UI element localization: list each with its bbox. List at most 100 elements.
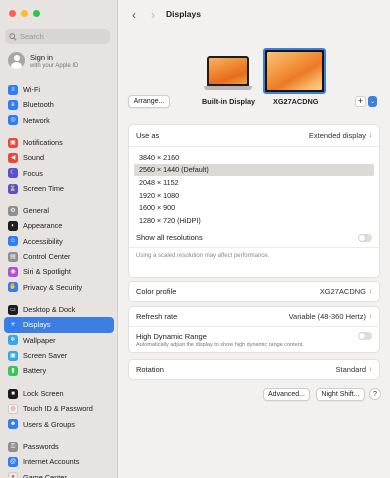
sidebar-item-label: Accessibility — [23, 236, 63, 246]
hdr-label: High Dynamic Range — [136, 331, 207, 341]
chevron-updown-icon: ↕ — [369, 288, 372, 295]
sidebar-item-wi-fi[interactable]: ≡ Wi-Fi — [4, 82, 114, 97]
hdr-row: High Dynamic Range — [129, 327, 379, 342]
show-all-toggle[interactable] — [358, 233, 372, 242]
search-field[interactable] — [5, 29, 110, 44]
advanced-button[interactable]: Advanced... — [263, 388, 310, 401]
moon-icon: ☾ — [8, 168, 18, 179]
night-shift-button[interactable]: Night Shift... — [316, 388, 365, 401]
key-icon: ⚿ — [8, 441, 18, 452]
builtin-display-thumbnail[interactable] — [204, 56, 252, 90]
sidebar-item-label: Displays — [23, 320, 51, 330]
use-as-row: Use as Extended display ↕ — [129, 125, 379, 147]
sun-icon: ☀ — [8, 319, 18, 330]
search-input[interactable] — [20, 32, 105, 41]
hdr-toggle[interactable] — [358, 332, 372, 340]
accessibility-icon: ☺ — [8, 236, 18, 247]
chevron-right-icon: › — [151, 8, 155, 22]
apple-id-signin[interactable]: Sign in with your Apple ID — [8, 52, 78, 69]
sidebar-item-label: Bluetooth — [23, 100, 54, 110]
sidebar-item-wallpaper[interactable]: ❄ Wallpaper — [4, 333, 114, 348]
chevron-updown-icon: ↕ — [369, 132, 372, 139]
sidebar-item-game-center[interactable]: ● Game Center — [4, 470, 114, 478]
color-profile-popup[interactable]: XG27ACDNG ↕ — [320, 287, 372, 296]
sidebar-item-touch-id-password[interactable]: ◎ Touch ID & Password — [4, 401, 114, 416]
display-arrangement — [118, 48, 390, 94]
zoom-button[interactable] — [33, 10, 40, 17]
sidebar-item-passwords[interactable]: ⚿ Passwords — [4, 439, 114, 454]
sidebar-item-screen-time[interactable]: ⌛ Screen Time — [4, 181, 114, 196]
sidebar-item-label: Appearance — [23, 221, 63, 231]
rotation-value: Standard — [335, 365, 366, 374]
resolution-option[interactable]: 1600 × 900 — [134, 201, 374, 214]
sidebar-item-desktop-dock[interactable]: ▭ Desktop & Dock — [4, 302, 114, 317]
lock-icon: ■ — [8, 388, 18, 399]
sidebar-item-screen-saver[interactable]: ▣ Screen Saver — [4, 348, 114, 363]
rotation-row: Rotation Standard ↕ — [129, 360, 379, 379]
sidebar-item-control-center[interactable]: ▤ Control Center — [4, 249, 114, 264]
chevron-updown-icon: ↕ — [369, 366, 372, 373]
fingerprint-icon: ◎ — [8, 403, 18, 414]
search-icon — [9, 32, 17, 41]
sidebar-item-notifications[interactable]: ▣ Notifications — [4, 135, 114, 150]
sidebar-item-displays[interactable]: ☀ Displays — [4, 317, 114, 333]
sidebar-item-general[interactable]: ⚙ General — [4, 203, 114, 218]
arrange-button[interactable]: Arrange... — [128, 95, 170, 108]
back-button[interactable]: ‹ — [128, 8, 140, 22]
help-button[interactable]: ? — [369, 388, 381, 400]
sidebar-item-label: Desktop & Dock — [23, 305, 76, 315]
use-as-value: Extended display — [308, 131, 366, 140]
resolution-option[interactable]: 2560 × 1440 (Default) — [134, 163, 374, 177]
refresh-rate-row: Refresh rate Variable (48-360 Hertz) ↕ — [129, 307, 379, 327]
resolution-list: 3840 × 2160 2560 × 1440 (Default) 2048 × 1… — [129, 147, 379, 227]
external-display-label[interactable]: XG27ACDNG — [273, 97, 318, 106]
battery-icon: ▮ — [8, 365, 18, 376]
sidebar-item-label: Screen Time — [23, 184, 64, 194]
sidebar-item-label: Lock Screen — [23, 389, 64, 399]
hdr-description: Automatically adjust the display to show… — [136, 342, 304, 348]
bluetooth-icon: ʙ — [8, 99, 18, 110]
chevron-updown-icon: ↕ — [369, 313, 372, 320]
sidebar-item-battery[interactable]: ▮ Battery — [4, 363, 114, 378]
at-icon: @ — [8, 456, 18, 467]
resolution-option[interactable]: 3840 × 2160 — [134, 151, 374, 164]
sidebar-item-bluetooth[interactable]: ʙ Bluetooth — [4, 97, 114, 112]
sidebar-item-privacy-security[interactable]: ✋ Privacy & Security — [4, 279, 114, 294]
scaled-resolution-hint: Using a scaled resolution may affect per… — [129, 246, 379, 265]
minimize-button[interactable] — [21, 10, 28, 17]
sidebar-item-internet-accounts[interactable]: @ Internet Accounts — [4, 454, 114, 469]
close-button[interactable] — [9, 10, 16, 17]
sidebar-item-focus[interactable]: ☾ Focus — [4, 166, 114, 181]
color-profile-card: Color profile XG27ACDNG ↕ — [128, 281, 380, 302]
rotation-popup[interactable]: Standard ↕ — [336, 365, 372, 374]
builtin-display-label[interactable]: Built-in Display — [202, 97, 255, 106]
window-controls — [9, 10, 40, 17]
sidebar-item-sound[interactable]: ◀ Sound — [4, 150, 114, 165]
rotation-card: Rotation Standard ↕ — [128, 359, 380, 380]
resolution-option[interactable]: 1280 × 720 (HiDPI) — [134, 214, 374, 227]
sidebar-item-appearance[interactable]: ◐ Appearance — [4, 218, 114, 233]
sidebar-item-siri-spotlight[interactable]: ◉ Siri & Spotlight — [4, 264, 114, 279]
main-pane: ‹ › Displays Arrange... Built-in Display… — [118, 0, 390, 478]
resolution-option[interactable]: 1920 × 1080 — [134, 189, 374, 202]
add-display-button[interactable]: + — [355, 96, 366, 107]
forward-button[interactable]: › — [147, 8, 159, 22]
sidebar-item-label: Screen Saver — [23, 351, 68, 361]
use-as-popup[interactable]: Extended display ↕ — [309, 131, 372, 140]
refresh-rate-label: Refresh rate — [136, 312, 178, 321]
sidebar-item-lock-screen[interactable]: ■ Lock Screen — [4, 386, 114, 401]
sidebar-item-users-groups[interactable]: ☻ Users & Groups — [4, 417, 114, 432]
sidebar-item-accessibility[interactable]: ☺ Accessibility — [4, 234, 114, 249]
signin-subtitle: with your Apple ID — [30, 62, 79, 69]
signin-title: Sign in — [30, 52, 53, 62]
external-display-thumbnail[interactable] — [263, 48, 326, 94]
sidebar-item-network[interactable]: ◎ Network — [4, 113, 114, 128]
refresh-rate-popup[interactable]: Variable (48-360 Hertz) ↕ — [289, 312, 372, 321]
system-settings-window: Sign in with your Apple ID ≡ Wi-Fi ʙ Blueto… — [0, 0, 390, 478]
add-display-menu-button[interactable]: ⌄ — [368, 96, 377, 107]
sidebar-item-label: Touch ID & Password — [23, 404, 93, 414]
page-title: Displays — [166, 9, 201, 19]
siri-icon: ◉ — [8, 266, 18, 277]
resolution-option[interactable]: 2048 × 1152 — [134, 176, 374, 189]
chevron-down-icon: ⌄ — [369, 99, 376, 105]
